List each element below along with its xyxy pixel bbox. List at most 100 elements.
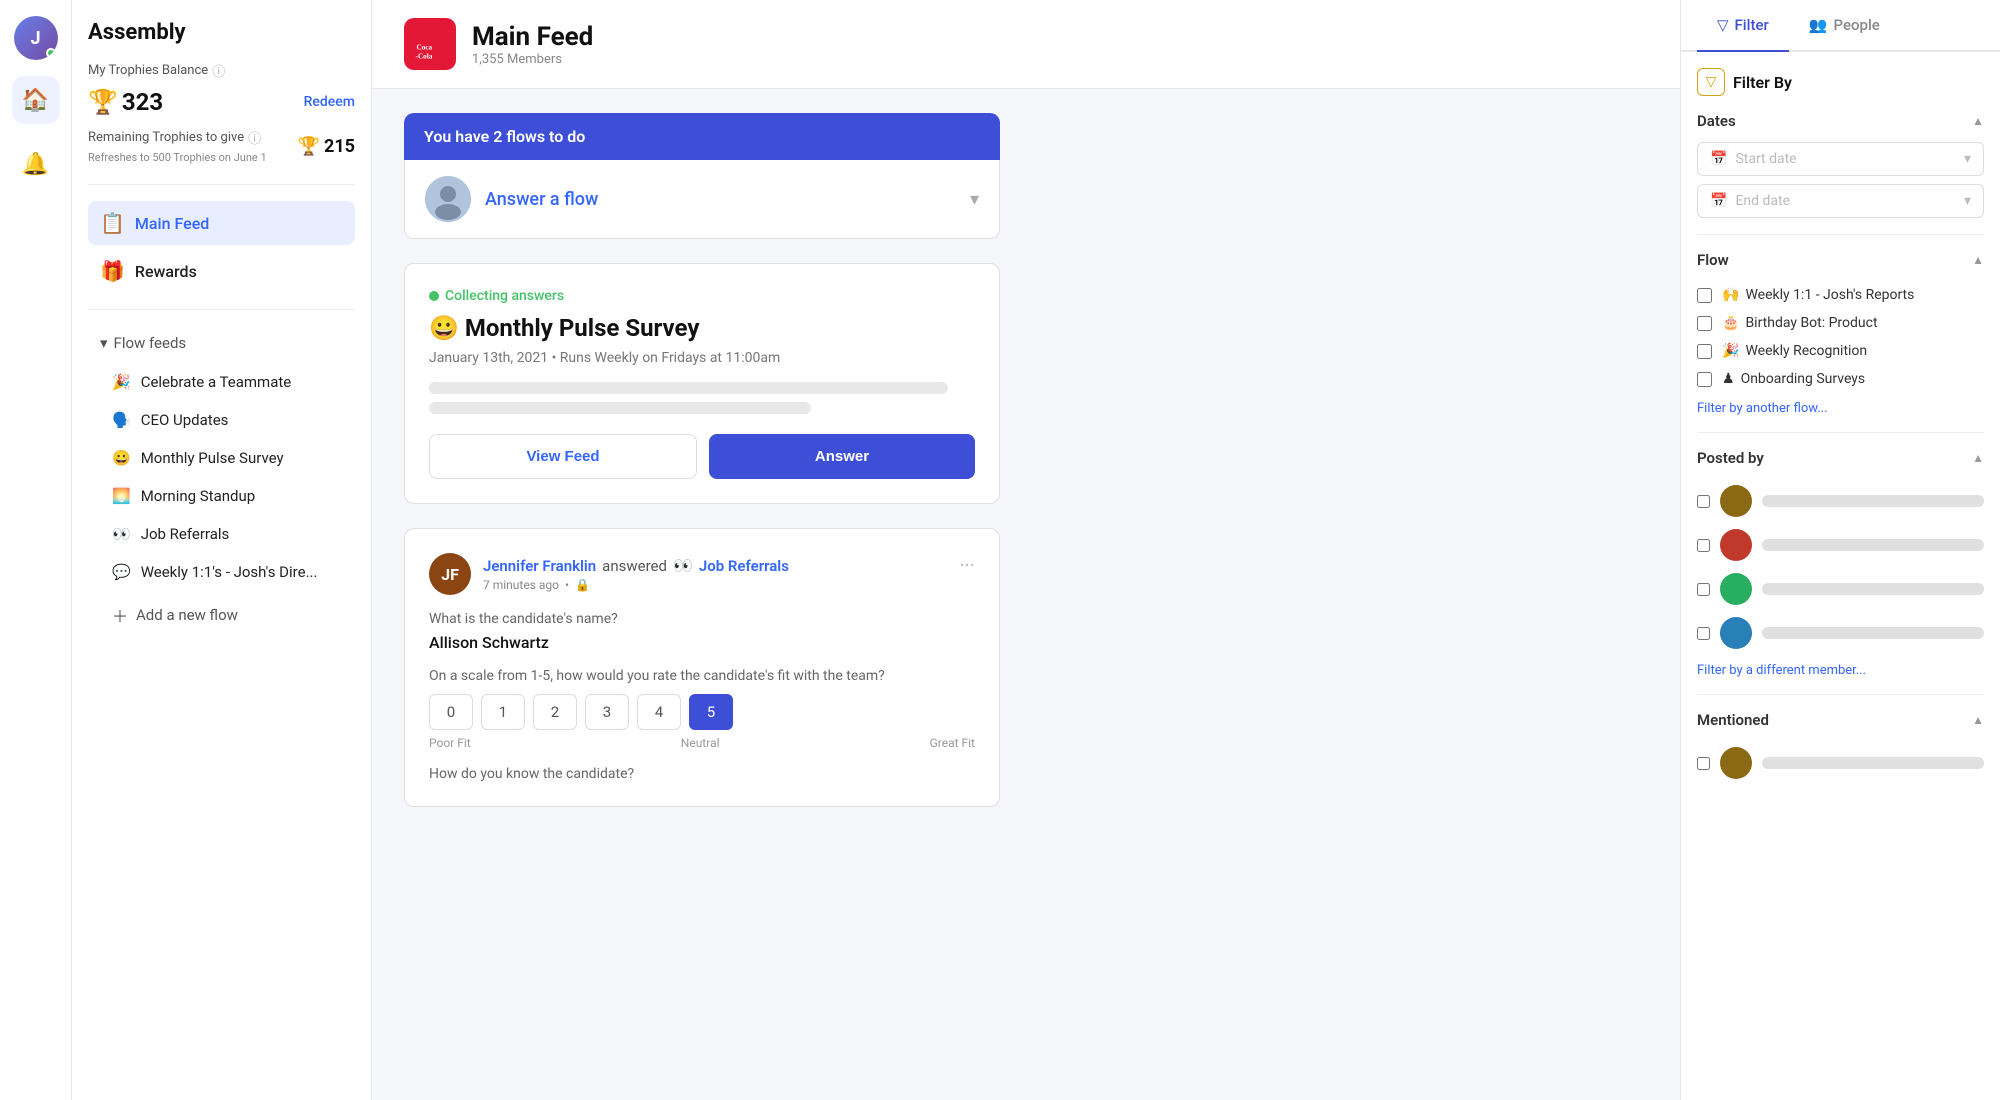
posted-by-member-2[interactable] [1697,523,1984,567]
checkbox-onboarding[interactable] [1697,372,1712,387]
main-feed-icon: 📋 [100,211,125,235]
sidebar-item-rewards[interactable]: 🎁 Rewards [88,249,355,293]
rating-3[interactable]: 3 [585,694,629,730]
job-referrals-icon: 👀 [112,525,131,543]
post-visibility-icon: 🔒 [575,578,590,592]
remaining-label-group: Remaining Trophies to give ⓘ Refreshes t… [88,128,267,164]
home-nav-icon[interactable]: 🏠 [12,76,60,124]
filter-group-flow: Flow ▲ 🙌 Weekly 1:1 - Josh's Reports 🎂 B… [1697,251,1984,416]
svg-text:-Cola: -Cola [416,52,433,60]
member-1-name [1762,495,1984,507]
post-meta: 7 minutes ago • 🔒 [483,578,789,592]
flow-feeds-header[interactable]: ▾ Flow feeds [88,326,355,360]
sidebar-item-ceo[interactable]: 🗣️ CEO Updates [88,402,355,438]
checkbox-mentioned-1[interactable] [1697,757,1710,770]
answer-button[interactable]: Answer [709,434,975,479]
flow-answer-text[interactable]: Answer a flow [485,189,956,210]
sidebar-item-main-feed[interactable]: 📋 Main Feed [88,201,355,245]
post-card: JF Jennifer Franklin answered 👀 Job Refe… [404,528,1000,807]
refreshes-text: Refreshes to 500 Trophies on June 1 [88,151,267,164]
divider-posted-mentioned [1697,694,1984,695]
mentioned-group-header[interactable]: Mentioned ▲ [1697,711,1984,729]
rating-4[interactable]: 4 [637,694,681,730]
tab-filter[interactable]: ▽ Filter [1697,0,1789,52]
survey-actions: View Feed Answer [429,434,975,479]
post-action-text: answered [602,557,667,575]
tab-people[interactable]: 👥 People [1789,0,1900,52]
rating-0[interactable]: 0 [429,694,473,730]
mentioned-member-1[interactable] [1697,741,1984,785]
monthly-pulse-icon: 😀 [112,449,131,467]
checkbox-member-4[interactable] [1697,627,1710,640]
coca-cola-logo: Coca -Cola [404,18,456,70]
rating-question: On a scale from 1-5, how would you rate … [429,668,975,684]
chevron-down-icon: ▾ [100,334,108,352]
posted-by-member-4[interactable] [1697,611,1984,655]
rating-1[interactable]: 1 [481,694,525,730]
dates-chevron-icon: ▲ [1972,114,1984,128]
post-author-name[interactable]: Jennifer Franklin [483,557,596,575]
checkbox-member-2[interactable] [1697,539,1710,552]
divider-1 [88,184,355,185]
user-avatar[interactable]: J [14,16,58,60]
collecting-text: Collecting answers [445,288,564,304]
flow-chevron-icon: ▲ [1972,253,1984,267]
bell-nav-icon[interactable]: 🔔 [12,140,60,188]
view-feed-button[interactable]: View Feed [429,434,697,479]
add-flow-item[interactable]: ＋ Add a new flow [88,594,355,636]
feed-content: You have 2 flows to do Answer a flow ▾ C… [372,89,1032,831]
start-date-input[interactable]: 📅 Start date ▾ [1697,142,1984,176]
divider-2 [88,309,355,310]
flow-checkbox-weekly-recognition[interactable]: 🎉 Weekly Recognition [1697,337,1984,365]
checkbox-member-3[interactable] [1697,583,1710,596]
divider-flow-posted [1697,432,1984,433]
checkbox-weekly-1on1[interactable] [1697,288,1712,303]
posted-by-group-header[interactable]: Posted by ▲ [1697,449,1984,467]
redeem-link[interactable]: Redeem [304,94,355,110]
flow-answer-dropdown-icon[interactable]: ▾ [970,189,979,210]
filter-section: ▽ Filter By Dates ▲ 📅 Start date ▾ 📅 End… [1681,52,2000,817]
filter-by-label: Filter By [1733,73,1792,92]
right-panel-tabs: ▽ Filter 👥 People [1681,0,2000,52]
member-4-name [1762,627,1984,639]
celebrate-icon: 🎉 [112,373,131,391]
add-icon: ＋ [112,603,128,627]
flow-group-header[interactable]: Flow ▲ [1697,251,1984,269]
rating-row: On a scale from 1-5, how would you rate … [429,668,975,750]
ceo-icon: 🗣️ [112,411,131,429]
rating-2[interactable]: 2 [533,694,577,730]
post-more-button[interactable]: ··· [959,553,975,577]
sidebar-item-celebrate[interactable]: 🎉 Celebrate a Teammate [88,364,355,400]
sidebar-item-monthly-pulse[interactable]: 😀 Monthly Pulse Survey [88,440,355,476]
trophies-balance: 🏆 323 [88,88,163,116]
sidebar-item-weekly-1on1[interactable]: 💬 Weekly 1:1's - Josh's Dire... [88,554,355,590]
flow-checkbox-onboarding[interactable]: ♟ Onboarding Surveys [1697,365,1984,393]
filter-more-member-link[interactable]: Filter by a different member... [1697,663,1984,678]
checkbox-member-1[interactable] [1697,495,1710,508]
member-3-name [1762,583,1984,595]
remaining-row: Remaining Trophies to give ⓘ Refreshes t… [88,128,355,164]
post-flow-name[interactable]: Job Referrals [699,557,789,575]
survey-title: 😀 Monthly Pulse Survey [429,314,975,342]
flow-checkbox-weekly-1on1[interactable]: 🙌 Weekly 1:1 - Josh's Reports [1697,281,1984,309]
remaining-info-icon[interactable]: ⓘ [248,128,261,147]
flow-checkbox-birthday[interactable]: 🎂 Birthday Bot: Product [1697,309,1984,337]
sidebar-item-job-referrals[interactable]: 👀 Job Referrals [88,516,355,552]
rewards-icon: 🎁 [100,259,125,283]
checkbox-weekly-recognition[interactable] [1697,344,1712,359]
sidebar-item-morning-standup[interactable]: 🌅 Morning Standup [88,478,355,514]
posted-by-member-3[interactable] [1697,567,1984,611]
dates-group-header[interactable]: Dates ▲ [1697,112,1984,130]
post-author-name-row: Jennifer Franklin answered 👀 Job Referra… [483,556,789,575]
end-date-input[interactable]: 📅 End date ▾ [1697,184,1984,218]
posted-by-member-1[interactable] [1697,479,1984,523]
trophies-label: My Trophies Balance ⓘ [88,61,355,80]
trophies-info-icon[interactable]: ⓘ [212,61,225,80]
rating-5[interactable]: 5 [689,694,733,730]
main-feed-subtitle: 1,355 Members [472,52,593,67]
checkbox-birthday[interactable] [1697,316,1712,331]
filter-more-flow-link[interactable]: Filter by another flow... [1697,401,1984,416]
filter-by-icon: ▽ [1697,68,1725,96]
remaining-trophy-icon: 🏆 [298,136,320,157]
people-icon: 👥 [1809,16,1828,34]
